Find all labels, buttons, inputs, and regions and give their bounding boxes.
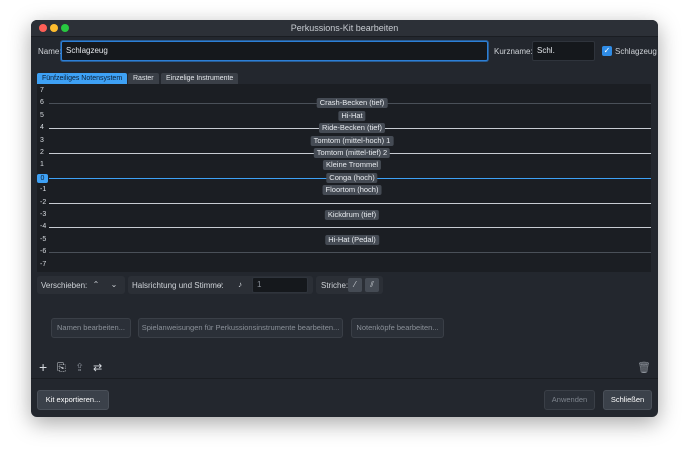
edit-noteheads-button[interactable]: Notenköpfe bearbeiten... xyxy=(351,318,444,338)
name-input[interactable]: Schlagzeug xyxy=(61,41,488,61)
staff-line xyxy=(49,227,651,229)
drumset-checkbox[interactable]: ✓ xyxy=(602,46,612,56)
export-icon[interactable]: ⇪ xyxy=(75,362,84,374)
instrument-notehead-label[interactable]: Kleine Trommel xyxy=(322,160,382,171)
staff-position-label[interactable]: -3 xyxy=(40,211,52,218)
edit-names-button[interactable]: Namen bearbeiten... xyxy=(51,318,131,338)
tab-five-line-staff[interactable]: Fünfzeiliges Notensystem xyxy=(37,73,128,84)
instrument-notehead-label[interactable]: Ride-Becken (tief) xyxy=(318,123,386,134)
drumset-checkbox-label: Schlagzeug xyxy=(615,47,657,56)
move-panel: Verschieben: ⌃ ⌄ xyxy=(37,276,125,294)
move-up-button[interactable]: ⌃ xyxy=(89,278,103,292)
stem-up-icon: ♪ xyxy=(238,280,242,289)
staff-position-label[interactable]: 5 xyxy=(40,112,52,119)
staff-position-label[interactable]: 0 xyxy=(37,173,48,183)
instrument-notehead-label[interactable]: Hi-Hat (Pedal) xyxy=(325,234,379,245)
stem-up-button[interactable]: ♪ xyxy=(233,278,247,292)
plus-icon[interactable]: + xyxy=(39,360,47,374)
edit-instructions-button[interactable]: Spielanweisungen für Perkussionsinstrume… xyxy=(138,318,343,338)
strokes-panel: Striche: ⁄ ⫽ xyxy=(316,276,383,294)
window-title: Perkussions-Kit bearbeiten xyxy=(290,23,399,33)
double-stroke-button[interactable]: ⫽ xyxy=(365,278,379,292)
staff-position-label[interactable]: 1 xyxy=(40,161,52,168)
short-name-label: Kurzname: xyxy=(494,47,533,56)
single-stroke-button[interactable]: ⁄ xyxy=(348,278,362,292)
staff-position-label[interactable]: 7 xyxy=(40,87,52,94)
close-button[interactable]: Schließen xyxy=(603,390,652,410)
staff-line xyxy=(49,252,651,254)
chevron-up-icon: ⌃ xyxy=(92,280,100,289)
stem-down-icon: ♩ xyxy=(219,280,227,289)
instrument-notehead-label[interactable]: Conga (hoch) xyxy=(326,172,378,183)
instrument-notehead-label[interactable]: Hi-Hat xyxy=(338,110,366,121)
tab-single-instruments[interactable]: Einzelige Instrumente xyxy=(161,73,239,84)
instrument-notehead-label[interactable]: Crash-Becken (tief) xyxy=(316,98,388,109)
single-stroke-icon: ⁄ xyxy=(354,280,356,289)
staff-position-label[interactable]: -7 xyxy=(40,261,52,268)
name-label: Name: xyxy=(38,47,62,56)
staff-position-label[interactable]: 3 xyxy=(40,137,52,144)
staff-position-label[interactable]: -1 xyxy=(40,186,52,193)
checkmark-icon: ✓ xyxy=(603,46,611,55)
instrument-notehead-label[interactable]: Tomtom (mittel-hoch) 1 xyxy=(310,135,394,146)
stem-down-button[interactable]: ♩ xyxy=(216,278,230,292)
export-kit-button[interactable]: Kit exportieren... xyxy=(37,390,109,410)
double-stroke-icon: ⫽ xyxy=(370,280,374,289)
tab-grid[interactable]: Raster xyxy=(128,73,159,84)
voice-input[interactable]: 1 xyxy=(252,277,308,293)
instrument-notehead-label[interactable]: Kickdrum (tief) xyxy=(324,210,380,220)
move-down-button[interactable]: ⌄ xyxy=(107,278,121,292)
staff-editor[interactable]: 7 6 5 4 3 2 1 0 -1 -2 -3 -4 -5 -6 -7 Crash-Becken (tief… xyxy=(37,84,651,272)
dialog-window: Perkussions-Kit bearbeiten Name: Schlagz… xyxy=(31,20,658,417)
strokes-label: Striche: xyxy=(321,281,349,290)
staff-position-label[interactable]: -5 xyxy=(40,236,52,243)
chevron-down-icon: ⌄ xyxy=(110,280,118,289)
move-label: Verschieben: xyxy=(41,281,88,290)
instrument-notehead-label[interactable]: Floortom (hoch) xyxy=(322,185,382,196)
short-name-input[interactable]: Schl. xyxy=(532,41,595,61)
title-bar: Perkussions-Kit bearbeiten xyxy=(31,20,658,37)
import-icon[interactable]: ⎘ xyxy=(57,362,66,374)
apply-button[interactable]: Anwenden xyxy=(544,390,595,410)
trash-icon[interactable]: 🗑 xyxy=(637,362,651,374)
instrument-notehead-label[interactable]: Tomtom (mittel-tief) 2 xyxy=(313,148,391,158)
footer-divider xyxy=(31,378,658,379)
staff-line xyxy=(49,202,651,204)
stem-panel: Halsrichtung und Stimme: ♩ ♪ 1 xyxy=(128,276,313,294)
swap-icon[interactable]: ⇄ xyxy=(93,362,102,374)
stem-label: Halsrichtung und Stimme: xyxy=(132,281,224,290)
